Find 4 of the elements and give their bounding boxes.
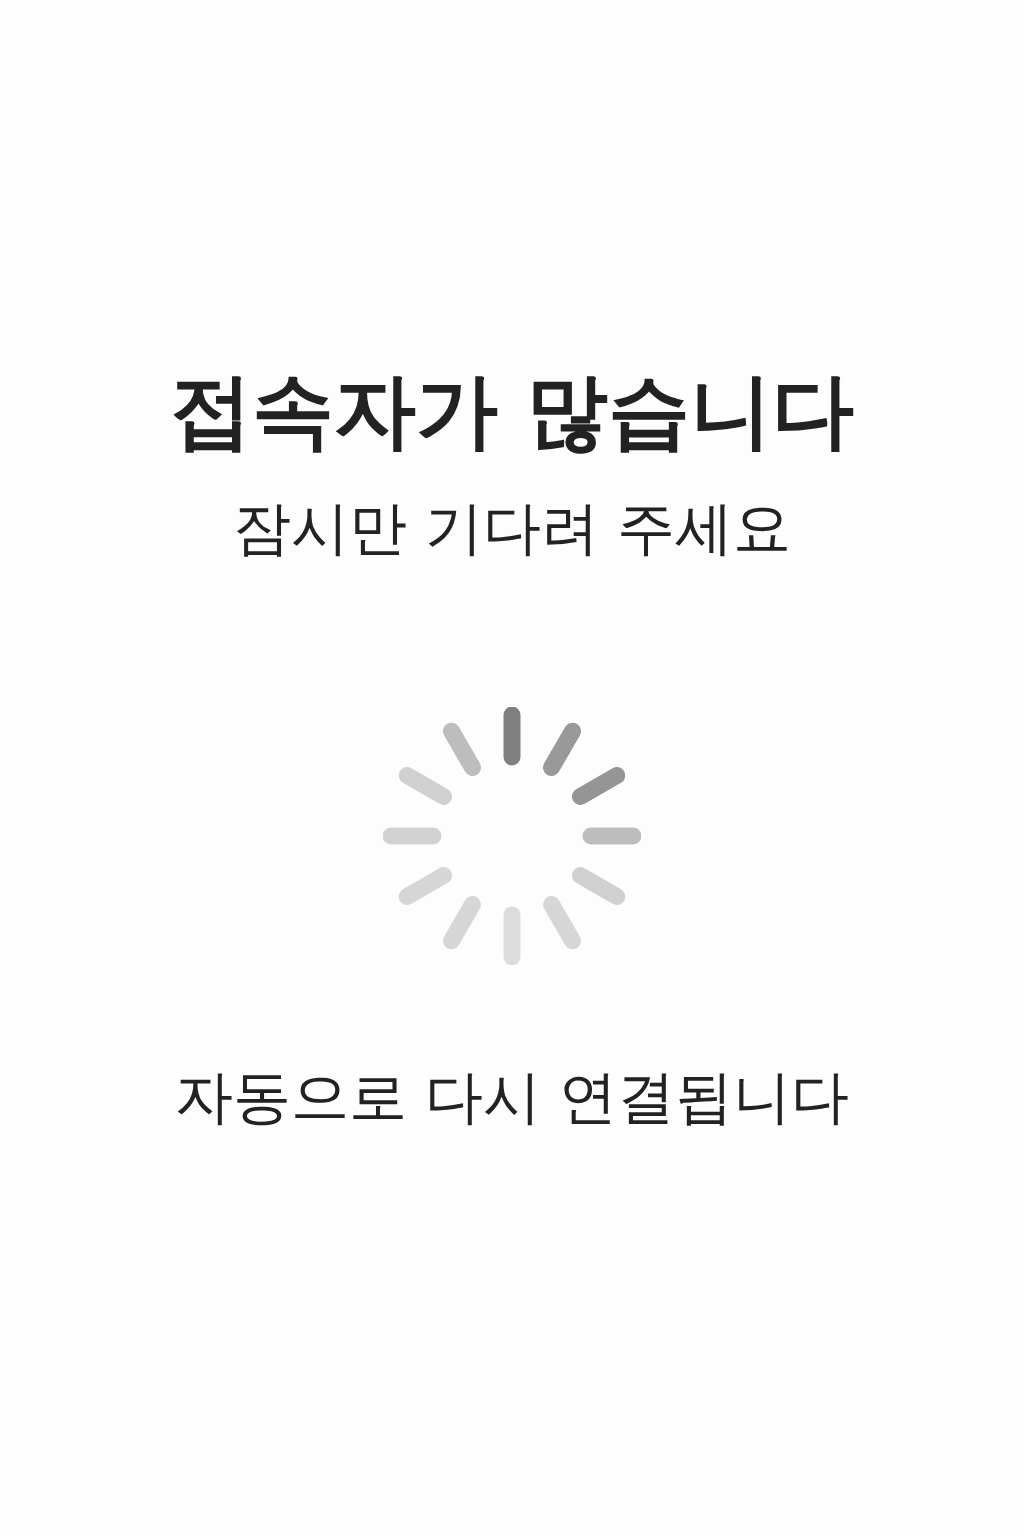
page-title: 접속자가 많습니다 [169, 362, 855, 460]
reconnect-message: 자동으로 다시 연결됩니다 [174, 1062, 850, 1133]
loading-spinner-icon [383, 707, 641, 965]
wait-subtitle: 잠시만 기다려 주세요 [232, 493, 792, 564]
